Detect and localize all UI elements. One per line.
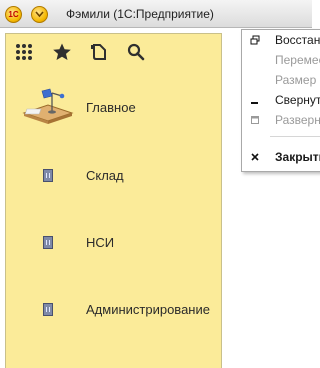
menu-item-label: Свернуть — [275, 93, 320, 107]
history-button[interactable] — [89, 42, 109, 62]
menu-item-maximize[interactable]: Развернуть — [242, 110, 320, 130]
section-administration[interactable]: Администрирование — [6, 291, 221, 327]
search-icon — [127, 43, 145, 61]
section-label: Склад — [86, 168, 124, 183]
main-menu-button[interactable] — [31, 6, 48, 23]
system-context-menu: Восстановить Переместить Размер Свернуть… — [241, 29, 320, 172]
maximize-icon — [251, 116, 259, 124]
menu-separator — [270, 136, 320, 137]
panel-toolbar — [6, 34, 221, 70]
menu-item-label: Переместить — [275, 53, 320, 67]
star-icon — [53, 43, 71, 60]
favorites-button[interactable] — [52, 42, 72, 62]
grid-icon — [16, 44, 32, 60]
search-button[interactable] — [126, 42, 146, 62]
menu-item-label: Восстановить — [275, 33, 320, 47]
chevron-down-icon — [35, 11, 44, 18]
app-logo-icon[interactable]: 1С — [5, 6, 22, 23]
minimize-icon — [251, 102, 258, 104]
menu-item-move[interactable]: Переместить — [242, 50, 320, 70]
menu-item-minimize[interactable]: Свернуть — [242, 90, 320, 110]
sections-panel: Главное Склад НСИ Администрирование — [5, 33, 222, 368]
close-icon — [251, 153, 259, 161]
section-icon — [43, 169, 53, 182]
title-bar: 1С Фэмили (1С:Предприятие) — [0, 0, 312, 28]
section-label: Главное — [86, 100, 136, 115]
desk-lamp-icon — [22, 88, 74, 124]
history-icon — [91, 44, 106, 60]
menu-item-close[interactable]: Закрыть — [242, 147, 320, 167]
section-icon — [43, 236, 53, 249]
section-icon — [43, 303, 53, 316]
section-main[interactable]: Главное — [6, 88, 221, 125]
all-functions-button[interactable] — [14, 42, 34, 62]
menu-item-label: Развернуть — [275, 113, 320, 127]
section-label: Администрирование — [86, 302, 210, 317]
section-label: НСИ — [86, 235, 115, 250]
menu-item-restore[interactable]: Восстановить — [242, 30, 320, 50]
menu-item-label: Закрыть — [275, 150, 320, 164]
menu-item-label: Размер — [275, 73, 317, 87]
section-warehouse[interactable]: Склад — [6, 157, 221, 193]
menu-item-size[interactable]: Размер — [242, 70, 320, 90]
section-reference-data[interactable]: НСИ — [6, 224, 221, 260]
window-title: Фэмили (1С:Предприятие) — [66, 7, 214, 21]
restore-icon — [250, 35, 260, 45]
